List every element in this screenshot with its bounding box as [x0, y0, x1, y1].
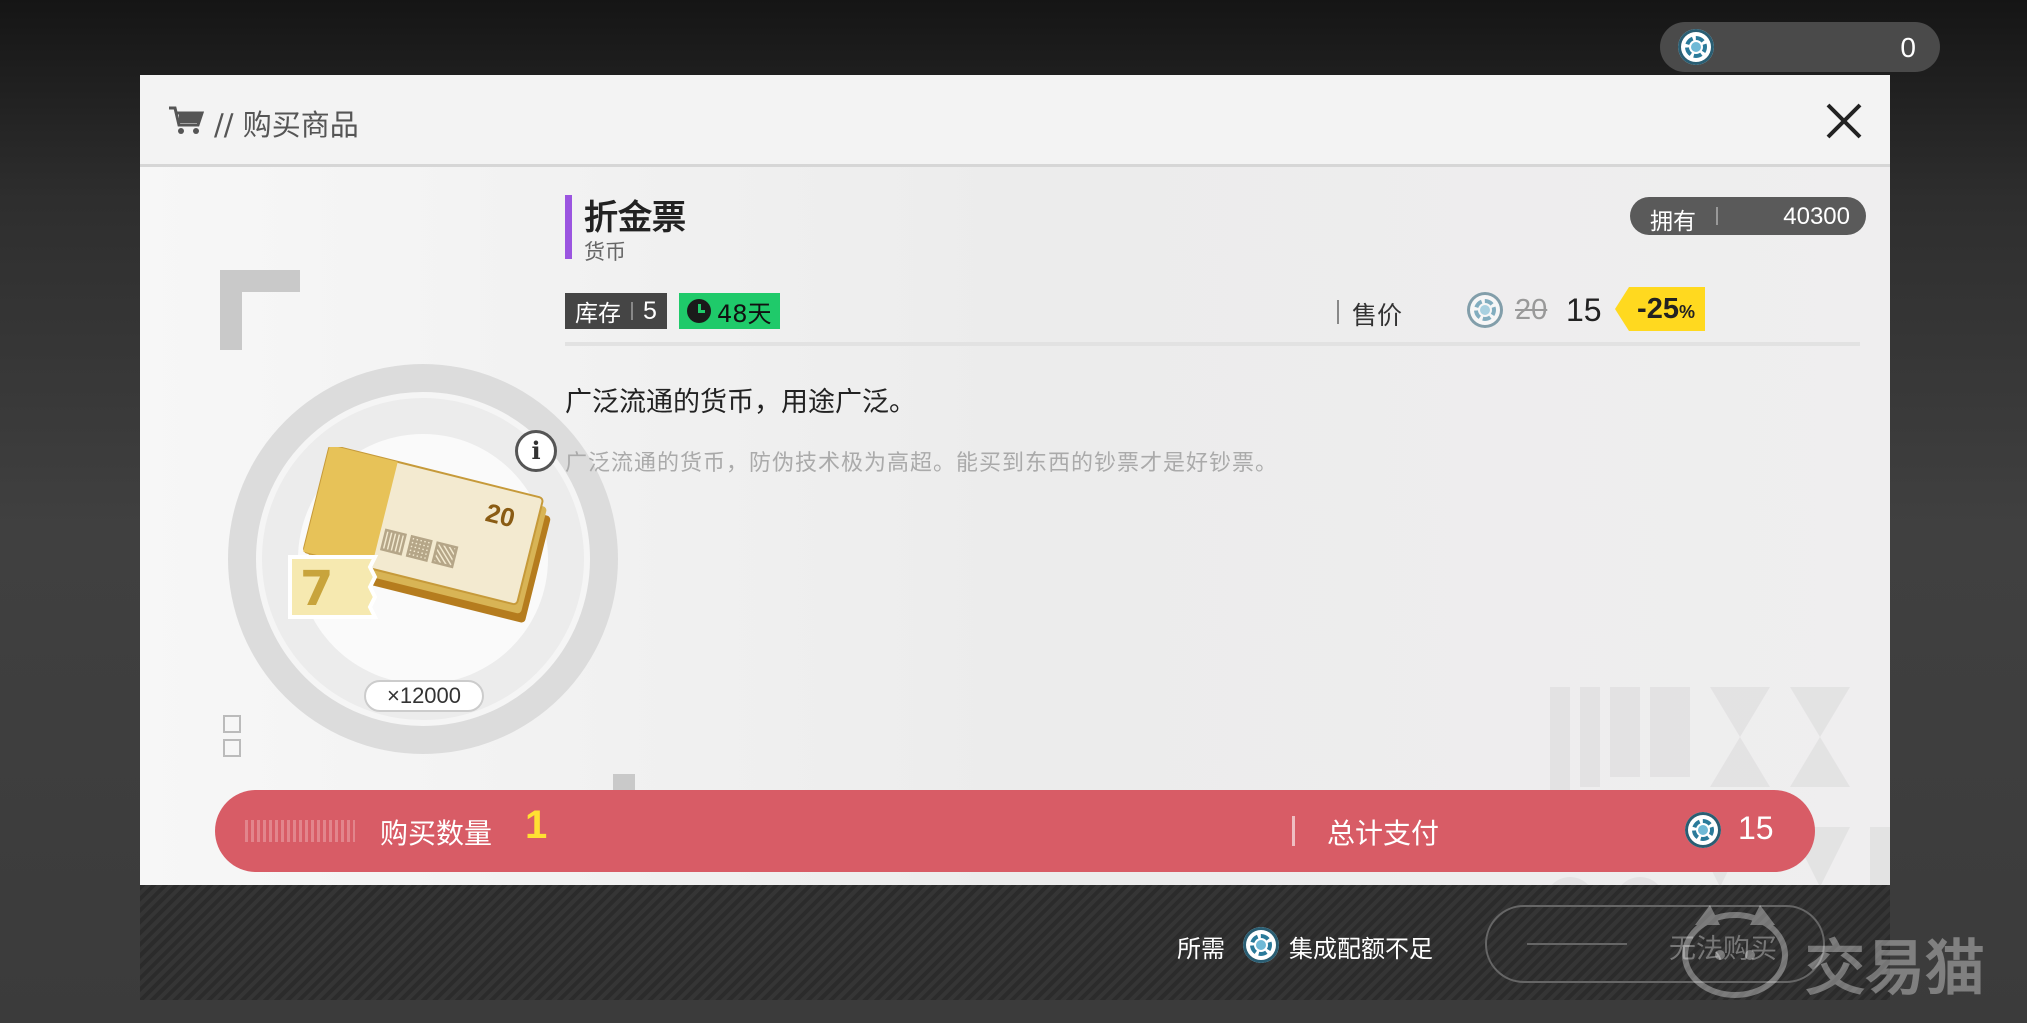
currency-balance-pill: 0 [1660, 22, 1940, 72]
currency-balance: 0 [1900, 32, 1916, 63]
square-marker [223, 739, 241, 757]
cat-logo-icon [1682, 905, 1788, 998]
time-left-tag: 48天 [679, 293, 780, 329]
price-label: 售价 [1352, 301, 1403, 330]
quantity-label: 购买数量 [380, 817, 493, 850]
discount-unit: % [1678, 302, 1695, 322]
item-type: 货币 [584, 240, 626, 264]
discount-badge: -25% [1615, 287, 1705, 331]
watermark: 交易猫 [1680, 900, 2000, 1004]
total-value: 15 [1738, 810, 1774, 846]
stock-label: 库存 [575, 301, 621, 327]
stock-value: 5 [643, 296, 657, 325]
watermark-text: 交易猫 [1805, 934, 1985, 1004]
insufficient-message: 集成配额不足 [1289, 935, 1433, 963]
purchase-bar: 购买数量 1 总计支付 15 [215, 790, 1815, 872]
frame-corner-top-left [220, 270, 300, 350]
coin-icon [1243, 927, 1279, 963]
rarity-bar [565, 195, 572, 259]
dialog-title: // 购买商品 [214, 108, 359, 142]
square-marker [223, 715, 241, 733]
cart-icon [169, 106, 204, 134]
total-label: 总计支付 [1327, 817, 1440, 850]
close-icon[interactable] [1820, 97, 1868, 145]
dialog-header: // 购买商品 [140, 75, 1890, 167]
quantity-value[interactable]: 1 [525, 803, 547, 848]
item-lore: 广泛流通的货币，防伪技术极为高超。能买到东西的钞票才是好钞票。 [565, 451, 1279, 476]
price-divider [1337, 300, 1339, 324]
banknote-icon: 20 ▥▦▧ 7 [288, 447, 551, 623]
clock-icon [687, 299, 711, 323]
original-price: 20 [1515, 294, 1548, 326]
item-quantity-badge: ×12000 [364, 680, 484, 712]
sale-price: 15 [1566, 292, 1602, 328]
stock-tag: 库存 5 [565, 293, 667, 329]
discount-value: -25 [1637, 293, 1679, 325]
owned-count-pill: 拥有 40300 [1630, 197, 1866, 235]
divider [565, 342, 1860, 346]
item-description: 广泛流通的货币，用途广泛。 [565, 387, 916, 418]
coin-icon [1678, 29, 1714, 65]
owned-label: 拥有 [1650, 209, 1696, 235]
coin-icon [1467, 292, 1503, 328]
svg-text:7: 7 [300, 561, 333, 617]
required-label: 所需 [1177, 935, 1225, 963]
time-left: 48天 [717, 299, 772, 328]
info-button[interactable]: i [515, 430, 557, 472]
owned-value: 40300 [1783, 203, 1850, 230]
dialog-footer: 所需 集成配额不足 无法购买 [140, 885, 1890, 1000]
coin-icon [1685, 812, 1721, 848]
dialog-body: 20 ▥▦▧ 7 i ×12000 [140, 167, 1890, 887]
item-name: 折金票 [584, 198, 686, 238]
